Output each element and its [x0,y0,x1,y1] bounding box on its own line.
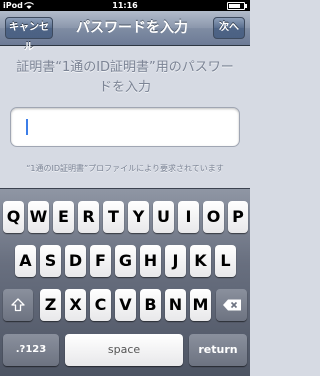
key-a[interactable]: A [15,245,36,277]
numbers-key[interactable]: .?123 [3,334,59,366]
shift-arrow-icon [11,298,25,312]
return-key[interactable]: return [189,334,247,366]
key-t[interactable]: T [103,201,124,233]
page-title: パスワードを入力 [76,20,188,36]
key-o[interactable]: O [203,201,224,233]
key-m[interactable]: M [190,289,211,321]
key-u[interactable]: U [153,201,174,233]
password-prompt: 証明書“1通のID証明書”用のパスワードを入力 [16,60,234,95]
key-j[interactable]: J [165,245,186,277]
key-c[interactable]: C [90,289,111,321]
status-bar: iPod 11:16 [0,0,250,11]
key-f[interactable]: F [90,245,111,277]
key-w[interactable]: W [28,201,49,233]
text-cursor [26,119,28,135]
key-s[interactable]: S [40,245,61,277]
profile-request-note: “1通のID証明書”プロファイルにより要求されています [26,164,224,173]
next-button[interactable]: 次へ [213,17,245,39]
key-y[interactable]: Y [128,201,149,233]
key-p[interactable]: P [228,201,248,233]
password-field[interactable] [10,107,240,147]
cancel-button[interactable]: キャンセル [5,17,53,53]
navigation-bar: キャンセル パスワードを入力 次へ [0,11,250,53]
key-i[interactable]: I [178,201,199,233]
key-n[interactable]: N [165,289,186,321]
key-l[interactable]: L [215,245,236,277]
key-g[interactable]: G [115,245,136,277]
key-d[interactable]: D [65,245,86,277]
key-e[interactable]: E [53,201,74,233]
keyboard: Q W E R T Y U I O P A S D F G H J K L Z … [0,188,250,376]
space-key[interactable]: space [65,334,183,366]
key-k[interactable]: K [190,245,211,277]
key-r[interactable]: R [78,201,99,233]
key-v[interactable]: V [115,289,136,321]
key-x[interactable]: X [65,289,86,321]
delete-key[interactable] [216,289,247,321]
password-input[interactable] [15,110,229,142]
key-q[interactable]: Q [3,201,24,233]
backspace-icon [222,299,241,311]
key-z[interactable]: Z [40,289,61,321]
shift-key[interactable] [3,289,33,321]
key-h[interactable]: H [140,245,161,277]
battery-icon [227,2,247,10]
key-b[interactable]: B [140,289,161,321]
clock: 11:16 [112,1,138,10]
